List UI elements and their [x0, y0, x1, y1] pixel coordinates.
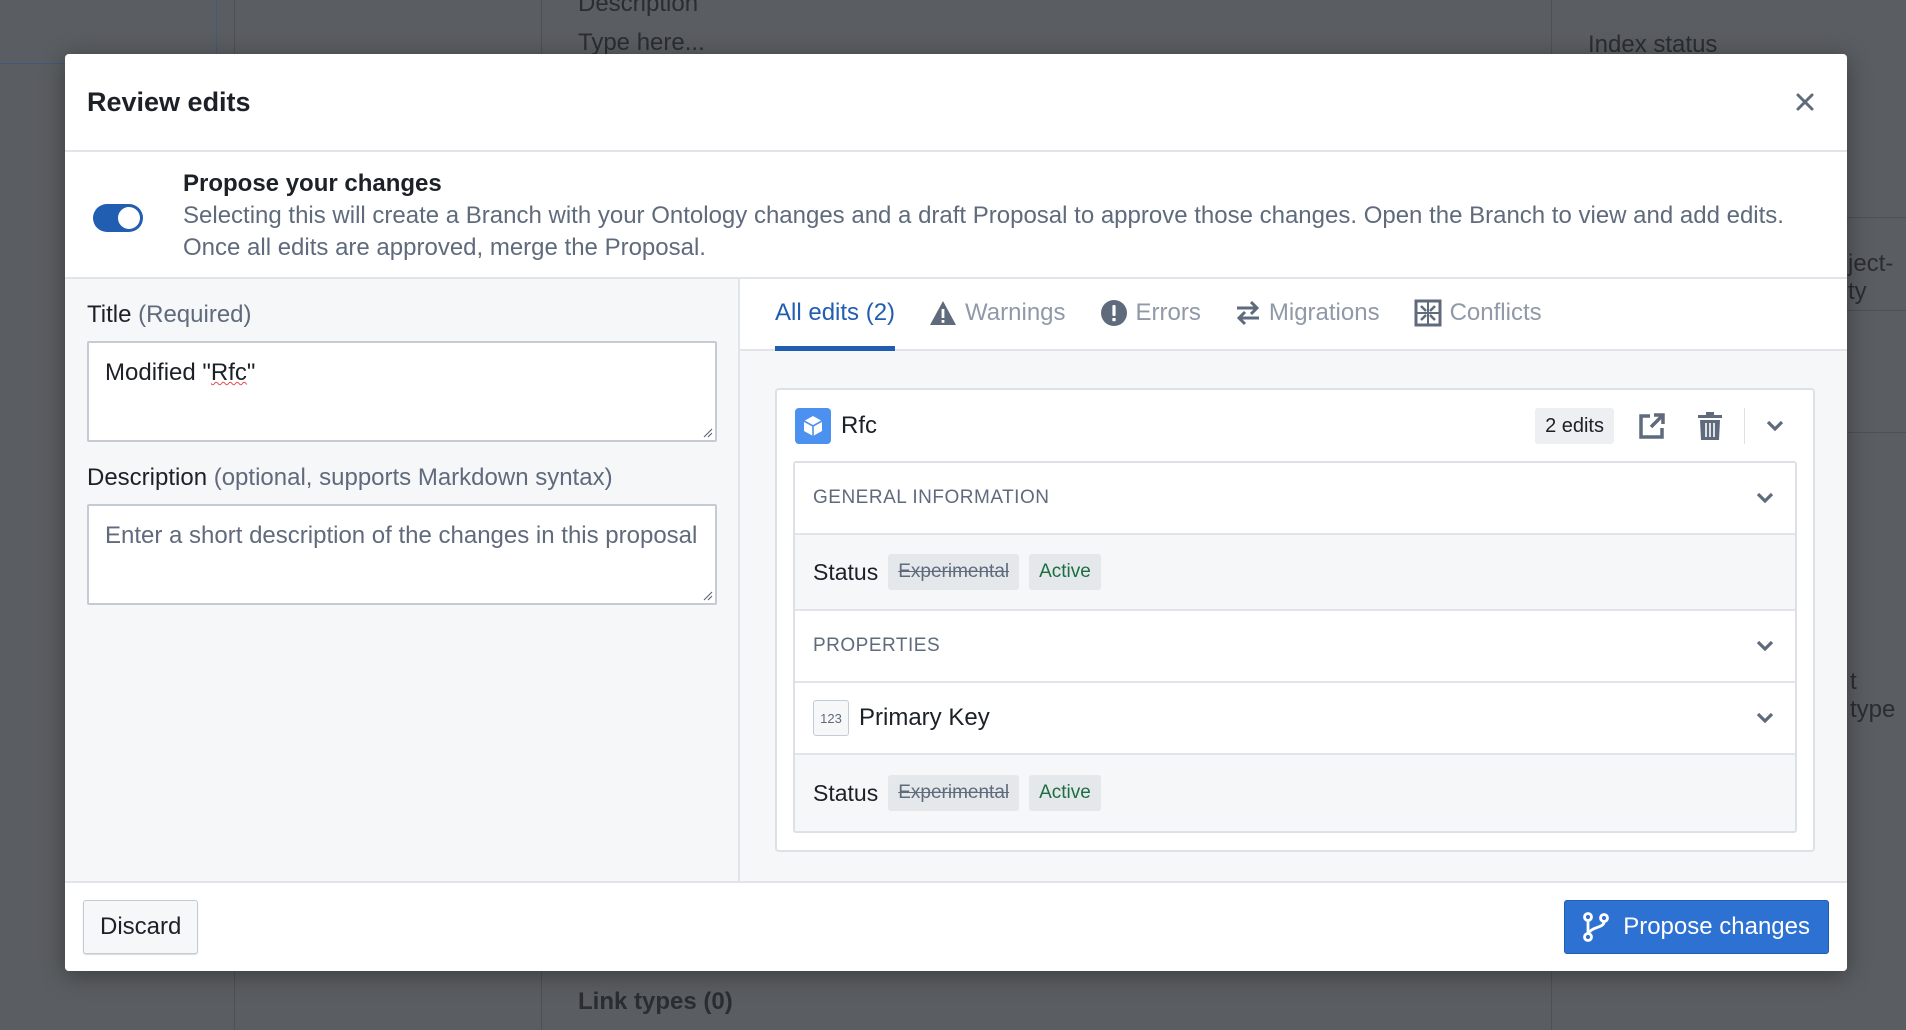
tab-errors[interactable]: Errors [1100, 277, 1201, 349]
background-divider [1847, 217, 1906, 218]
old-value-tag: Experimental [888, 554, 1020, 590]
status-label: Status [813, 779, 879, 806]
warning-icon [930, 301, 957, 325]
chevron-down-icon[interactable] [1753, 634, 1777, 658]
title-label: Title (Required) [87, 299, 716, 331]
description-input[interactable]: Enter a short description of the changes… [87, 504, 717, 605]
description-placeholder: Enter a short description of the changes… [105, 522, 698, 549]
collapse-card-button[interactable] [1755, 406, 1795, 446]
close-icon [1796, 93, 1814, 111]
background-divider [1847, 432, 1906, 433]
tab-label: All edits (2) [775, 299, 896, 326]
new-value-tag: Active [1029, 775, 1101, 811]
edits-count-badge: 2 edits [1535, 408, 1614, 444]
cube-icon [795, 408, 831, 444]
chevron-down-icon [1766, 420, 1784, 432]
title-value: Modified "Rfc" [105, 359, 255, 386]
resize-handle-icon[interactable] [701, 589, 713, 601]
section-title: GENERAL INFORMATION [813, 487, 1050, 508]
status-label: Status [813, 558, 879, 585]
edits-panel: All edits (2) Warnings Errors Migrations… [740, 279, 1847, 935]
tab-label: Errors [1135, 299, 1201, 326]
background-link-types: Link types (0) [578, 988, 733, 1015]
title-label-text: Title [87, 301, 132, 328]
properties-section[interactable]: PROPERTIES [795, 611, 1795, 683]
edit-sections: GENERAL INFORMATION Status Experimental … [793, 461, 1797, 833]
dialog-body: Title (Required) Modified "Rfc" Descript… [65, 279, 1847, 935]
tab-migrations[interactable]: Migrations [1235, 277, 1380, 349]
git-branch-icon [1583, 912, 1610, 942]
title-value-suffix: " [246, 359, 256, 386]
propose-description: Selecting this will create a Branch with… [183, 202, 1784, 261]
propose-changes-label: Propose changes [1623, 913, 1810, 940]
close-button[interactable] [1785, 82, 1825, 122]
review-edits-dialog: Review edits Propose your changes Select… [65, 54, 1847, 971]
object-edit-header: Rfc 2 edits [777, 390, 1813, 462]
new-value-tag: Active [1029, 554, 1101, 590]
background-type-text: t type [1850, 668, 1896, 723]
general-information-section[interactable]: GENERAL INFORMATION [795, 463, 1795, 535]
tab-conflicts[interactable]: Conflicts [1414, 277, 1542, 349]
background-description-placeholder: Type here... [578, 29, 705, 56]
chevron-down-icon[interactable] [1753, 486, 1777, 510]
dialog-header: Review edits [65, 54, 1847, 152]
propose-toggle[interactable] [93, 204, 143, 232]
numeric-type-icon: 123 [813, 700, 849, 736]
property-status-change-row: Status Experimental Active [795, 755, 1795, 831]
tab-label: Warnings [965, 299, 1066, 326]
tab-label: Conflicts [1449, 299, 1542, 326]
external-link-icon [1639, 413, 1665, 439]
delete-button[interactable] [1690, 406, 1730, 446]
dialog-footer: Discard Propose changes [65, 881, 1847, 971]
tab-label: Migrations [1268, 299, 1380, 326]
title-value-word: Rfc [210, 359, 247, 386]
description-hint: (optional, supports Markdown syntax) [213, 464, 613, 491]
tab-warnings[interactable]: Warnings [929, 277, 1066, 349]
title-value-prefix: Modified " [105, 359, 211, 386]
property-name: Primary Key [859, 704, 990, 731]
resize-handle-icon[interactable] [701, 426, 713, 438]
error-icon [1100, 300, 1127, 326]
divider [1744, 408, 1745, 444]
property-row[interactable]: 123 Primary Key [795, 683, 1795, 755]
old-value-tag: Experimental [888, 775, 1020, 811]
discard-button[interactable]: Discard [83, 900, 199, 954]
tab-all-edits[interactable]: All edits (2) [775, 277, 896, 351]
section-title: PROPERTIES [813, 635, 941, 656]
chevron-down-icon[interactable] [1753, 706, 1777, 730]
migrations-icon [1236, 300, 1259, 326]
object-name: Rfc [841, 412, 877, 439]
background-divider [1847, 310, 1906, 311]
object-edit-card: Rfc 2 edits GENERAL INFORMATION Status E… [775, 388, 1815, 852]
conflicts-icon [1414, 299, 1442, 327]
trash-icon [1698, 412, 1722, 440]
description-label: Description (optional, supports Markdown… [87, 462, 716, 494]
open-in-new-button[interactable] [1632, 406, 1672, 446]
toggle-knob [118, 207, 140, 229]
title-hint: (Required) [138, 301, 252, 328]
title-input[interactable]: Modified "Rfc" [87, 341, 717, 442]
propose-section: Propose your changes Selecting this will… [65, 152, 1847, 279]
proposal-form: Title (Required) Modified "Rfc" Descript… [65, 279, 740, 935]
propose-changes-button[interactable]: Propose changes [1564, 900, 1829, 954]
description-label-text: Description [87, 464, 208, 491]
status-change-row: Status Experimental Active [795, 535, 1795, 611]
background-description-label: Description [578, 0, 699, 17]
propose-title: Propose your changes [183, 170, 442, 197]
background-object-type: ject-ty [1848, 250, 1894, 305]
dialog-title: Review edits [87, 86, 251, 117]
edits-tabs: All edits (2) Warnings Errors Migrations… [740, 279, 1847, 351]
